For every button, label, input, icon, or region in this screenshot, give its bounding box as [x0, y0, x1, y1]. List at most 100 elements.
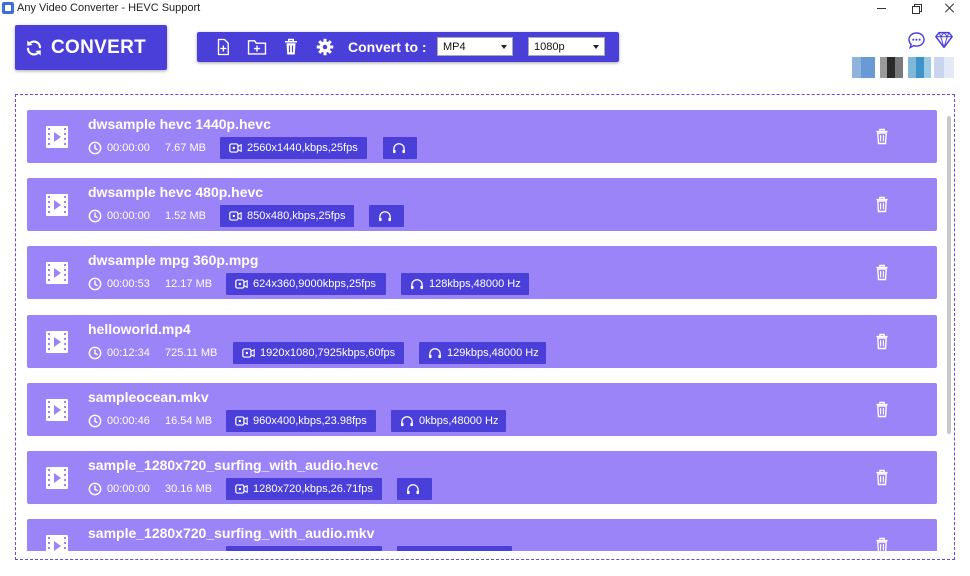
- file-duration: 00:00:00: [107, 142, 150, 154]
- window-title: Any Video Converter - HEVC Support: [17, 2, 201, 14]
- add-file-icon[interactable]: [214, 38, 232, 56]
- delete-file-icon[interactable]: [875, 469, 889, 491]
- video-info: 1280x720,kbps,26.71fps: [253, 483, 373, 495]
- video-camera-icon: [242, 348, 255, 358]
- file-row[interactable]: sample_1280x720_surfing_with_audio.hevc …: [27, 451, 937, 504]
- file-size: 1.52 MB: [165, 210, 206, 222]
- format-select[interactable]: MP4: [437, 37, 513, 56]
- headphones-icon: [407, 484, 419, 495]
- audio-info-chip[interactable]: [369, 205, 404, 227]
- chat-icon[interactable]: [907, 31, 926, 55]
- file-row[interactable]: dwsample mpg 360p.mpg 00:00:53 12.17 MB …: [27, 246, 937, 299]
- file-name: dwsample hevc 480p.hevc: [88, 184, 264, 200]
- video-file-icon: [45, 398, 69, 427]
- audio-info: 129kbps,48000 Hz: [447, 347, 539, 359]
- title-bar: Any Video Converter - HEVC Support: [0, 0, 970, 18]
- headphones-icon: [393, 143, 405, 154]
- format-select-value: MP4: [443, 41, 466, 53]
- file-size: 30.16 MB: [165, 483, 213, 495]
- file-size: 12.17 MB: [165, 278, 213, 290]
- file-name: helloworld.mp4: [88, 321, 191, 337]
- video-camera-icon: [235, 484, 248, 494]
- diamond-premium-icon[interactable]: [934, 31, 954, 54]
- clock-icon: [88, 277, 102, 296]
- delete-file-icon[interactable]: [875, 537, 889, 551]
- file-duration: 00:00:53: [107, 278, 150, 290]
- audio-info-chip[interactable]: 0kbps,48000 Hz: [391, 410, 506, 432]
- video-info-chip[interactable]: 1920x1080,7925kbps,60fps: [233, 342, 404, 364]
- video-info: 1920x1080,7925kbps,60fps: [260, 347, 396, 359]
- video-info-chip[interactable]: [226, 546, 382, 551]
- delete-file-icon[interactable]: [875, 333, 889, 355]
- audio-info-chip[interactable]: [397, 478, 432, 500]
- file-duration: 00:12:34: [107, 347, 150, 359]
- close-button[interactable]: [930, 0, 970, 18]
- video-info-chip[interactable]: 2560x1440,kbps,25fps: [220, 137, 367, 159]
- resolution-select-value: 1080p: [534, 41, 565, 53]
- file-name: sampleocean.mkv: [88, 389, 209, 405]
- convert-to-label: Convert to :: [348, 39, 427, 55]
- file-size: 16.54 MB: [165, 415, 213, 427]
- file-duration: 00:00:46: [107, 415, 150, 427]
- video-camera-icon: [235, 416, 248, 426]
- video-camera-icon: [229, 211, 242, 221]
- video-info-chip[interactable]: 1280x720,kbps,26.71fps: [226, 478, 382, 500]
- video-info: 850x480,kbps,25fps: [247, 210, 346, 222]
- file-name: dwsample mpg 360p.mpg: [88, 252, 259, 268]
- audio-info: 0kbps,48000 Hz: [419, 415, 499, 427]
- file-name: dwsample hevc 1440p.hevc: [88, 116, 271, 132]
- video-file-icon: [45, 125, 69, 154]
- file-row[interactable]: sampleocean.mkv 00:00:46 16.54 MB 960x40…: [27, 383, 937, 436]
- file-name: sample_1280x720_surfing_with_audio.hevc: [88, 457, 379, 473]
- file-size: 725.11 MB: [165, 347, 218, 359]
- convert-button[interactable]: CONVERT: [15, 25, 167, 70]
- file-row[interactable]: dwsample hevc 480p.hevc 00:00:00 1.52 MB…: [27, 178, 937, 231]
- headphones-icon: [429, 348, 441, 359]
- clock-icon: [88, 414, 102, 433]
- video-file-icon: [45, 466, 69, 495]
- file-name: sample_1280x720_surfing_with_audio.mkv: [88, 525, 375, 541]
- list-scrollbar[interactable]: [947, 116, 951, 434]
- video-camera-icon: [229, 143, 242, 153]
- file-row[interactable]: sample_1280x720_surfing_with_audio.mkv: [27, 519, 937, 551]
- chevron-down-icon: [593, 45, 599, 49]
- convert-button-label: CONVERT: [51, 36, 146, 58]
- file-duration: 00:00:00: [107, 483, 150, 495]
- delete-file-icon[interactable]: [875, 401, 889, 423]
- video-file-icon: [45, 261, 69, 290]
- audio-info: 128kbps,48000 Hz: [429, 278, 521, 290]
- video-info-chip[interactable]: 624x360,9000kbps,25fps: [226, 273, 386, 295]
- clock-icon: [88, 141, 102, 160]
- video-file-icon: [45, 193, 69, 222]
- video-info: 624x360,9000kbps,25fps: [253, 278, 376, 290]
- file-row[interactable]: helloworld.mp4 00:12:34 725.11 MB 1920x1…: [27, 315, 937, 368]
- toolbar: Convert to : MP4 1080p: [197, 32, 619, 62]
- delete-file-icon[interactable]: [875, 264, 889, 286]
- file-row-clip: sample_1280x720_surfing_with_audio.mkv: [27, 519, 937, 551]
- video-file-icon: [45, 534, 69, 551]
- clock-icon: [88, 209, 102, 228]
- file-duration: 00:00:00: [107, 210, 150, 222]
- app-logo-icon: [2, 2, 14, 14]
- headphones-icon: [379, 211, 391, 222]
- audio-info-chip[interactable]: [383, 137, 417, 159]
- video-info-chip[interactable]: 960x400,kbps,23.98fps: [226, 410, 376, 432]
- delete-file-icon[interactable]: [875, 196, 889, 218]
- chevron-down-icon: [501, 45, 507, 49]
- audio-info-chip[interactable]: [397, 546, 512, 551]
- audio-info-chip[interactable]: 128kbps,48000 Hz: [401, 273, 529, 295]
- video-info-chip[interactable]: 850x480,kbps,25fps: [220, 205, 354, 227]
- clock-icon: [88, 482, 102, 501]
- add-folder-icon[interactable]: [247, 38, 267, 56]
- video-info: 2560x1440,kbps,25fps: [247, 142, 358, 154]
- file-row[interactable]: dwsample hevc 1440p.hevc 00:00:00 7.67 M…: [27, 110, 937, 163]
- audio-info-chip[interactable]: 129kbps,48000 Hz: [419, 342, 546, 364]
- video-camera-icon: [235, 279, 248, 289]
- resolution-select[interactable]: 1080p: [528, 37, 605, 56]
- settings-gear-icon[interactable]: [316, 38, 334, 56]
- clock-icon: [88, 346, 102, 365]
- delete-file-icon[interactable]: [875, 128, 889, 150]
- delete-all-icon[interactable]: [283, 38, 301, 56]
- minimize-button[interactable]: [862, 0, 902, 18]
- headphones-icon: [411, 279, 423, 290]
